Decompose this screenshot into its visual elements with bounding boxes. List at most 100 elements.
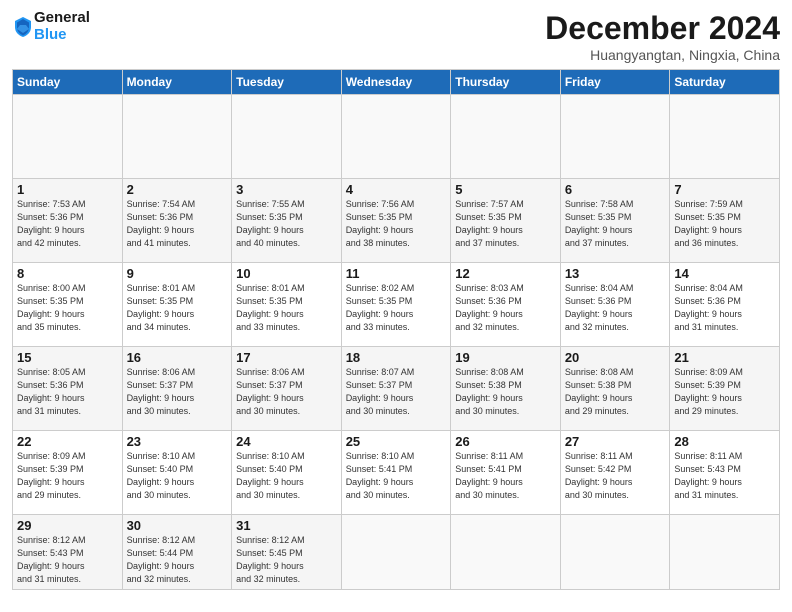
day-number: 10 <box>236 266 337 281</box>
day-number: 7 <box>674 182 775 197</box>
table-cell: 17Sunrise: 8:06 AM Sunset: 5:37 PM Dayli… <box>232 347 342 431</box>
table-cell: 2Sunrise: 7:54 AM Sunset: 5:36 PM Daylig… <box>122 179 232 263</box>
day-info: Sunrise: 8:06 AM Sunset: 5:37 PM Dayligh… <box>236 366 337 418</box>
table-cell: 27Sunrise: 8:11 AM Sunset: 5:42 PM Dayli… <box>560 431 670 515</box>
day-number: 15 <box>17 350 118 365</box>
calendar-table: Sunday Monday Tuesday Wednesday Thursday… <box>12 69 780 590</box>
day-info: Sunrise: 7:55 AM Sunset: 5:35 PM Dayligh… <box>236 198 337 250</box>
day-info: Sunrise: 8:09 AM Sunset: 5:39 PM Dayligh… <box>17 450 118 502</box>
table-cell: 23Sunrise: 8:10 AM Sunset: 5:40 PM Dayli… <box>122 431 232 515</box>
day-info: Sunrise: 8:10 AM Sunset: 5:40 PM Dayligh… <box>236 450 337 502</box>
table-cell: 30Sunrise: 8:12 AM Sunset: 5:44 PM Dayli… <box>122 515 232 590</box>
table-cell <box>670 95 780 179</box>
table-cell: 18Sunrise: 8:07 AM Sunset: 5:37 PM Dayli… <box>341 347 451 431</box>
table-cell <box>13 95 123 179</box>
logo-text: General Blue <box>34 10 90 43</box>
col-thursday: Thursday <box>451 70 561 95</box>
table-cell: 3Sunrise: 7:55 AM Sunset: 5:35 PM Daylig… <box>232 179 342 263</box>
day-number: 22 <box>17 434 118 449</box>
day-number: 27 <box>565 434 666 449</box>
day-number: 3 <box>236 182 337 197</box>
table-cell: 7Sunrise: 7:59 AM Sunset: 5:35 PM Daylig… <box>670 179 780 263</box>
table-cell: 15Sunrise: 8:05 AM Sunset: 5:36 PM Dayli… <box>13 347 123 431</box>
table-cell: 11Sunrise: 8:02 AM Sunset: 5:35 PM Dayli… <box>341 263 451 347</box>
day-info: Sunrise: 8:04 AM Sunset: 5:36 PM Dayligh… <box>674 282 775 334</box>
table-cell <box>451 95 561 179</box>
table-cell: 24Sunrise: 8:10 AM Sunset: 5:40 PM Dayli… <box>232 431 342 515</box>
table-cell: 9Sunrise: 8:01 AM Sunset: 5:35 PM Daylig… <box>122 263 232 347</box>
day-number: 11 <box>346 266 447 281</box>
table-cell: 4Sunrise: 7:56 AM Sunset: 5:35 PM Daylig… <box>341 179 451 263</box>
day-number: 14 <box>674 266 775 281</box>
table-cell: 20Sunrise: 8:08 AM Sunset: 5:38 PM Dayli… <box>560 347 670 431</box>
day-number: 4 <box>346 182 447 197</box>
month-title: December 2024 <box>545 10 780 47</box>
table-cell: 6Sunrise: 7:58 AM Sunset: 5:35 PM Daylig… <box>560 179 670 263</box>
day-info: Sunrise: 7:57 AM Sunset: 5:35 PM Dayligh… <box>455 198 556 250</box>
day-number: 28 <box>674 434 775 449</box>
day-number: 20 <box>565 350 666 365</box>
table-cell: 10Sunrise: 8:01 AM Sunset: 5:35 PM Dayli… <box>232 263 342 347</box>
day-info: Sunrise: 8:00 AM Sunset: 5:35 PM Dayligh… <box>17 282 118 334</box>
day-number: 1 <box>17 182 118 197</box>
day-number: 25 <box>346 434 447 449</box>
day-info: Sunrise: 8:01 AM Sunset: 5:35 PM Dayligh… <box>127 282 228 334</box>
table-cell: 28Sunrise: 8:11 AM Sunset: 5:43 PM Dayli… <box>670 431 780 515</box>
table-cell <box>560 515 670 590</box>
day-info: Sunrise: 8:04 AM Sunset: 5:36 PM Dayligh… <box>565 282 666 334</box>
day-info: Sunrise: 8:08 AM Sunset: 5:38 PM Dayligh… <box>565 366 666 418</box>
day-number: 26 <box>455 434 556 449</box>
day-number: 30 <box>127 518 228 533</box>
day-number: 6 <box>565 182 666 197</box>
logo: General Blue <box>12 10 90 43</box>
day-number: 29 <box>17 518 118 533</box>
table-cell <box>341 95 451 179</box>
day-info: Sunrise: 7:59 AM Sunset: 5:35 PM Dayligh… <box>674 198 775 250</box>
col-friday: Friday <box>560 70 670 95</box>
day-info: Sunrise: 7:56 AM Sunset: 5:35 PM Dayligh… <box>346 198 447 250</box>
day-info: Sunrise: 8:03 AM Sunset: 5:36 PM Dayligh… <box>455 282 556 334</box>
day-number: 31 <box>236 518 337 533</box>
logo-icon <box>14 16 32 38</box>
day-number: 17 <box>236 350 337 365</box>
table-cell: 1Sunrise: 7:53 AM Sunset: 5:36 PM Daylig… <box>13 179 123 263</box>
day-info: Sunrise: 8:11 AM Sunset: 5:42 PM Dayligh… <box>565 450 666 502</box>
table-cell: 29Sunrise: 8:12 AM Sunset: 5:43 PM Dayli… <box>13 515 123 590</box>
day-number: 21 <box>674 350 775 365</box>
table-cell <box>670 515 780 590</box>
table-cell <box>232 95 342 179</box>
day-info: Sunrise: 7:54 AM Sunset: 5:36 PM Dayligh… <box>127 198 228 250</box>
day-number: 8 <box>17 266 118 281</box>
day-info: Sunrise: 8:09 AM Sunset: 5:39 PM Dayligh… <box>674 366 775 418</box>
table-cell: 13Sunrise: 8:04 AM Sunset: 5:36 PM Dayli… <box>560 263 670 347</box>
day-number: 2 <box>127 182 228 197</box>
table-cell: 5Sunrise: 7:57 AM Sunset: 5:35 PM Daylig… <box>451 179 561 263</box>
day-info: Sunrise: 8:06 AM Sunset: 5:37 PM Dayligh… <box>127 366 228 418</box>
table-cell <box>122 95 232 179</box>
day-info: Sunrise: 8:12 AM Sunset: 5:45 PM Dayligh… <box>236 534 337 586</box>
table-cell: 31Sunrise: 8:12 AM Sunset: 5:45 PM Dayli… <box>232 515 342 590</box>
table-cell: 22Sunrise: 8:09 AM Sunset: 5:39 PM Dayli… <box>13 431 123 515</box>
day-number: 5 <box>455 182 556 197</box>
day-info: Sunrise: 8:11 AM Sunset: 5:41 PM Dayligh… <box>455 450 556 502</box>
table-cell: 26Sunrise: 8:11 AM Sunset: 5:41 PM Dayli… <box>451 431 561 515</box>
day-info: Sunrise: 8:07 AM Sunset: 5:37 PM Dayligh… <box>346 366 447 418</box>
table-cell <box>560 95 670 179</box>
day-number: 19 <box>455 350 556 365</box>
day-info: Sunrise: 8:08 AM Sunset: 5:38 PM Dayligh… <box>455 366 556 418</box>
col-monday: Monday <box>122 70 232 95</box>
day-info: Sunrise: 7:58 AM Sunset: 5:35 PM Dayligh… <box>565 198 666 250</box>
table-cell <box>451 515 561 590</box>
table-cell: 21Sunrise: 8:09 AM Sunset: 5:39 PM Dayli… <box>670 347 780 431</box>
header-row: Sunday Monday Tuesday Wednesday Thursday… <box>13 70 780 95</box>
table-cell: 14Sunrise: 8:04 AM Sunset: 5:36 PM Dayli… <box>670 263 780 347</box>
day-info: Sunrise: 8:12 AM Sunset: 5:43 PM Dayligh… <box>17 534 118 586</box>
day-info: Sunrise: 8:01 AM Sunset: 5:35 PM Dayligh… <box>236 282 337 334</box>
table-cell <box>341 515 451 590</box>
col-sunday: Sunday <box>13 70 123 95</box>
day-info: Sunrise: 8:10 AM Sunset: 5:41 PM Dayligh… <box>346 450 447 502</box>
header: General Blue December 2024 Huangyangtan,… <box>12 10 780 63</box>
day-number: 23 <box>127 434 228 449</box>
table-cell: 25Sunrise: 8:10 AM Sunset: 5:41 PM Dayli… <box>341 431 451 515</box>
day-number: 13 <box>565 266 666 281</box>
